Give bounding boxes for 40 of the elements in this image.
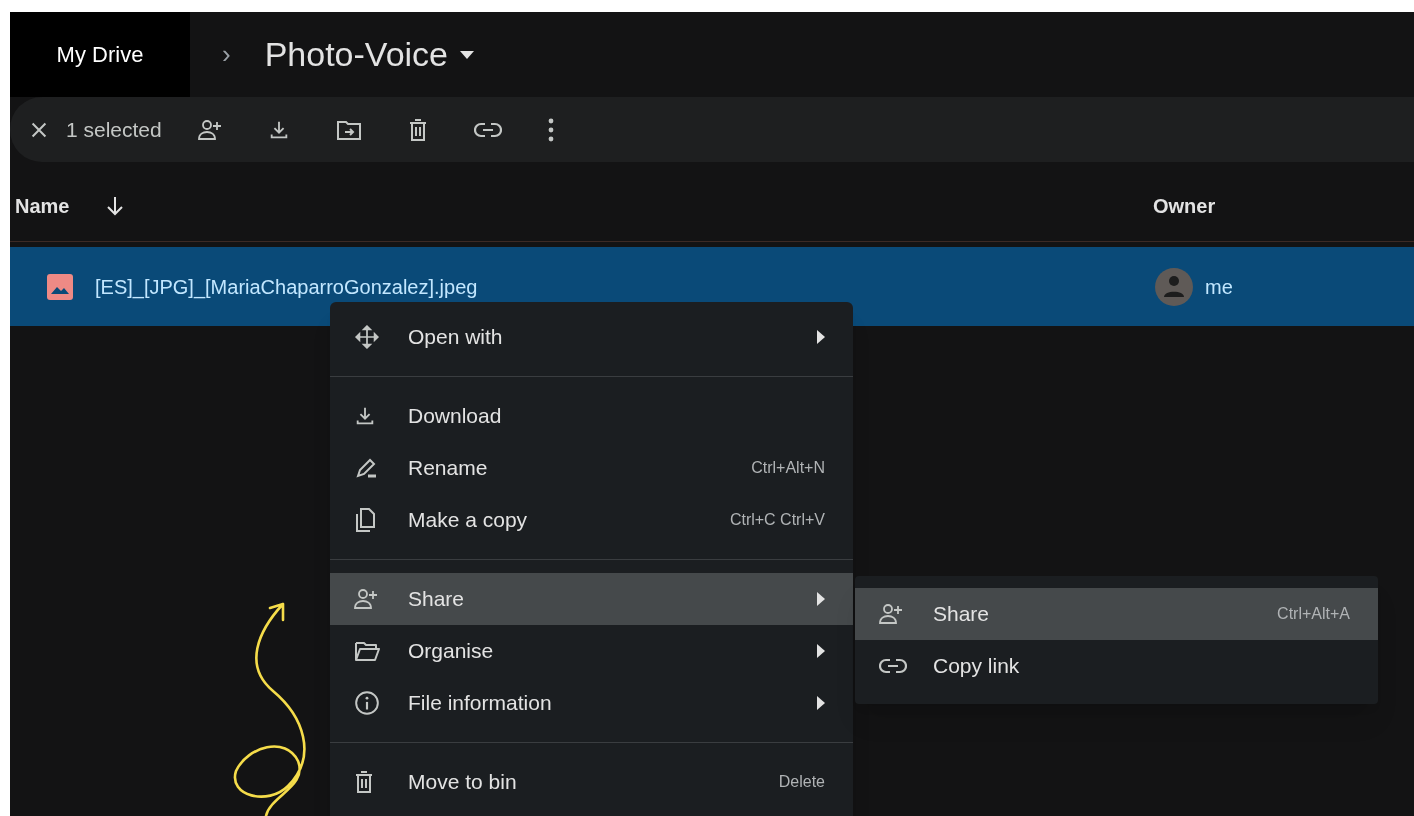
dropdown-caret-icon [460, 50, 475, 59]
info-icon [354, 690, 380, 716]
menu-item[interactable]: Organise [330, 625, 853, 677]
menu-item[interactable]: Copy link [855, 640, 1378, 692]
move-to-folder-icon[interactable] [335, 118, 362, 141]
trash-icon [354, 770, 374, 794]
avatar-icon [1155, 267, 1193, 306]
breadcrumb-separator: › [222, 38, 231, 71]
link-icon[interactable] [473, 121, 502, 138]
column-header[interactable]: Name [15, 190, 70, 221]
download-icon [354, 405, 376, 427]
pencil-icon [354, 456, 378, 480]
image-file-icon [47, 273, 73, 300]
more-icon[interactable] [547, 117, 554, 142]
menu-item[interactable]: Rename Ctrl+Alt+N [330, 442, 853, 494]
arrows-icon [354, 324, 380, 350]
copy-icon [354, 507, 376, 533]
menu-item[interactable]: Make a copy Ctrl+C Ctrl+V [330, 494, 853, 546]
trash-icon[interactable] [407, 117, 428, 142]
shortcut-text: Delete [778, 772, 825, 792]
menu-item[interactable]: File information [330, 677, 853, 729]
add-person-icon [354, 588, 378, 610]
shortcut-text: Ctrl+Alt+A [1277, 604, 1350, 624]
menu-item[interactable]: Share [330, 573, 853, 625]
file-name: [ES]_[JPG]_[MariaChaparroGonzalez].jpeg [95, 274, 478, 301]
shortcut-text: Ctrl+C Ctrl+V [729, 510, 825, 530]
menu-item[interactable]: Move to bin Delete [330, 756, 853, 808]
add-person-icon [879, 603, 903, 625]
folder-title[interactable]: Photo-Voice [264, 29, 475, 80]
shortcut-text: Ctrl+Alt+N [751, 458, 825, 478]
sort-arrow-icon[interactable] [105, 194, 126, 217]
owner-name: me [1205, 274, 1233, 300]
add-person-icon[interactable] [197, 118, 222, 141]
breadcrumb-root[interactable]: My Drive [10, 12, 190, 97]
column-header[interactable]: Owner [1153, 190, 1216, 221]
folder-icon [354, 640, 380, 662]
selection-count: 1 selected [66, 116, 162, 143]
link-icon [879, 658, 907, 674]
menu-item[interactable]: Download [330, 390, 853, 442]
menu-item[interactable]: Share Ctrl+Alt+A [855, 588, 1378, 640]
